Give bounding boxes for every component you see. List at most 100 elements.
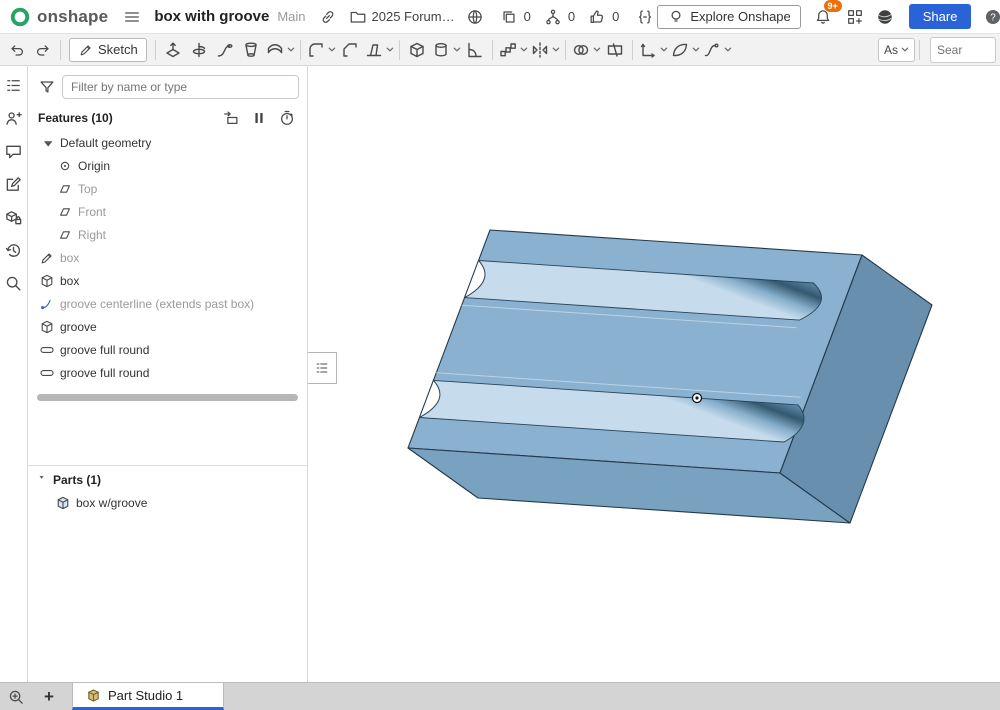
pencil-icon (78, 42, 94, 58)
as-label: As (883, 42, 898, 57)
draft-tool-button[interactable] (363, 37, 395, 63)
thicken-tool-button[interactable] (264, 37, 296, 63)
add-tab-button[interactable]: + (36, 683, 62, 710)
render-options-icon[interactable] (2, 683, 30, 710)
part-label: box w/groove (76, 495, 148, 510)
tree-group-default-geometry[interactable]: Default geometry (28, 131, 307, 154)
part-list-item[interactable]: box w/groove (28, 491, 307, 514)
regen-timer-icon[interactable] (277, 109, 297, 127)
history-icon[interactable] (3, 239, 25, 261)
standard-content-icon[interactable] (3, 206, 25, 228)
chevron-down-icon (38, 474, 50, 486)
feature-tree-item[interactable]: box (28, 246, 307, 269)
main-menu-icon[interactable] (120, 5, 144, 29)
forks-count: 0 (567, 9, 576, 24)
features-horizontal-scrollbar[interactable] (37, 394, 298, 401)
tab-part-studio-1[interactable]: Part Studio 1 (72, 683, 224, 710)
appearance-dropdown[interactable]: As (877, 37, 915, 62)
feature-tree-item[interactable]: groove full round (28, 361, 307, 384)
parts-header[interactable]: Parts (1) (28, 466, 307, 491)
folder-icon (346, 5, 370, 29)
surface-tool-button[interactable] (669, 37, 701, 63)
filter-input[interactable] (62, 75, 299, 99)
shell-tool-button[interactable] (404, 37, 430, 63)
notifications-button[interactable]: 9+ (811, 0, 842, 29)
redo-button[interactable] (30, 37, 56, 63)
revolve-tool-button[interactable] (186, 37, 212, 63)
feature-label: Default geometry (60, 135, 152, 150)
onshape-wordmark: onshape (37, 6, 109, 26)
fullround-icon (38, 364, 56, 382)
comments-icon[interactable] (3, 140, 25, 162)
notes-icon[interactable] (3, 173, 25, 195)
linear-pattern-tool-button[interactable] (497, 37, 529, 63)
folder-name[interactable]: 2025 Forum… (372, 9, 455, 24)
feature-tree-item[interactable]: groove full round (28, 338, 307, 361)
sweep-tool-button[interactable] (212, 37, 238, 63)
features-header: Features (10) (28, 105, 307, 131)
sketch-icon (38, 249, 56, 267)
boolean-tool-button[interactable] (570, 37, 602, 63)
curve-tool-button[interactable] (701, 37, 733, 63)
public-globe-icon[interactable] (463, 5, 487, 29)
chamfer-tool-button[interactable] (337, 37, 363, 63)
model-viewport[interactable] (308, 66, 1000, 682)
sketch-button[interactable]: Sketch (69, 37, 147, 62)
insert-feature-icon[interactable] (221, 109, 241, 127)
parts-title: Parts (1) (53, 473, 102, 487)
mirror-tool-button[interactable] (529, 37, 561, 63)
feature-tree-item[interactable]: groove (28, 315, 307, 338)
toolbar-search-input[interactable] (930, 36, 996, 63)
search-tools-icon[interactable] (3, 272, 25, 294)
feature-label: groove (60, 319, 97, 334)
feature-list-icon[interactable] (3, 74, 25, 96)
loft-tool-button[interactable] (238, 37, 264, 63)
origin-icon (56, 157, 74, 175)
feature-toolbar: Sketch As (0, 34, 1000, 66)
app-store-icon[interactable] (843, 5, 867, 29)
plane-icon (56, 180, 74, 198)
origin-marker[interactable] (691, 392, 703, 404)
share-link-icon[interactable] (316, 5, 340, 29)
plane-icon (56, 226, 74, 244)
feature-tree-item[interactable]: Top (28, 177, 307, 200)
fillet-tool-button[interactable] (305, 37, 337, 63)
share-button[interactable]: Share (908, 4, 972, 29)
undo-button[interactable] (4, 37, 30, 63)
sketch-label: Sketch (98, 42, 138, 57)
main-area: Features (10) Default geometry Origin Top F… (0, 66, 1000, 682)
explore-onshape-button[interactable]: Explore Onshape (657, 4, 801, 29)
rollback-pause-icon[interactable] (249, 109, 269, 127)
community-icon[interactable] (873, 5, 897, 29)
rib-tool-button[interactable] (462, 37, 488, 63)
onshape-logo-icon[interactable] (8, 5, 32, 29)
feature-list-toggle[interactable] (308, 352, 337, 384)
features-title: Features (10) (38, 111, 113, 125)
feature-tree-item[interactable]: box (28, 269, 307, 292)
hole-tool-button[interactable] (430, 37, 462, 63)
help-menu[interactable]: ? (981, 5, 1000, 29)
transform-tool-button[interactable] (637, 37, 669, 63)
featurescript-icon[interactable] (633, 5, 657, 29)
thumbs-up-icon (585, 5, 609, 29)
split-tool-button[interactable] (602, 37, 628, 63)
filter-icon[interactable] (38, 75, 56, 99)
feature-tree-item[interactable]: Right (28, 223, 307, 246)
parts-list: box w/groove (28, 491, 307, 514)
copies-stat[interactable]: 0 (497, 5, 531, 29)
feature-panel: Features (10) Default geometry Origin Top F… (28, 66, 308, 682)
copy-icon (497, 5, 521, 29)
feature-label: Top (78, 181, 98, 196)
likes-stat[interactable]: 0 (585, 5, 619, 29)
workspace-name[interactable]: Main (277, 9, 305, 24)
collaborate-icon[interactable] (3, 107, 25, 129)
document-title[interactable]: box with groove (154, 8, 269, 25)
feature-label: Origin (78, 158, 111, 173)
feature-tree-item[interactable]: Front (28, 200, 307, 223)
svg-text:?: ? (991, 12, 997, 23)
extrude-tool-button[interactable] (160, 37, 186, 63)
feature-tree-item[interactable]: Origin (28, 154, 307, 177)
forks-stat[interactable]: 0 (541, 5, 575, 29)
toolbar-divider (299, 39, 301, 60)
feature-tree-item[interactable]: groove centerline (extends past box) (28, 292, 307, 315)
